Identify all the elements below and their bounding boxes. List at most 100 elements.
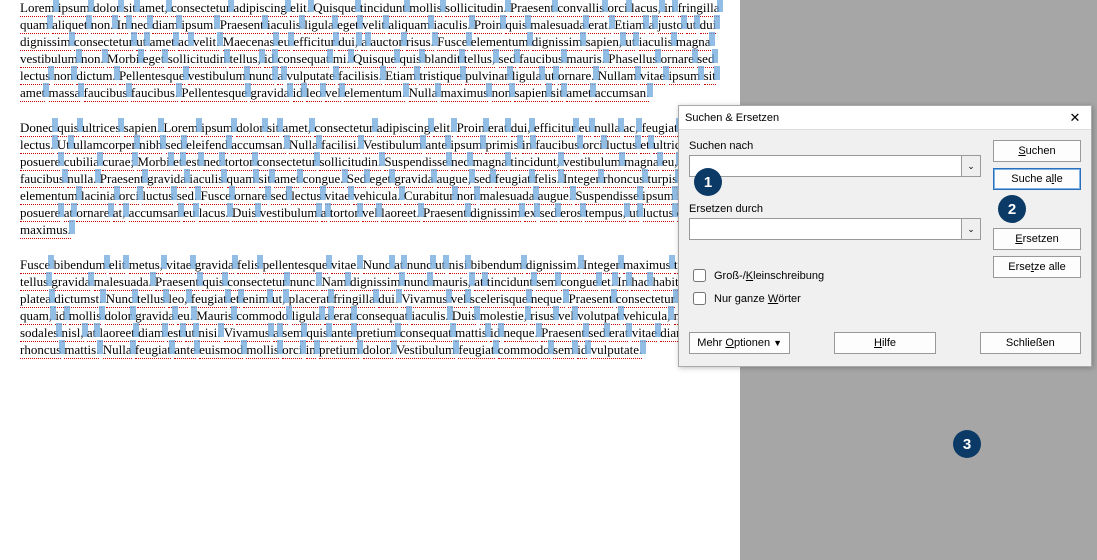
highlighted-word: aliquam — [388, 17, 430, 34]
search-all-button[interactable]: Suche alle — [993, 168, 1081, 190]
highlighted-word: sodales — [20, 325, 58, 342]
highlighted-word: faucibus — [20, 171, 64, 188]
highlighted-word: quam, — [20, 308, 52, 325]
highlighted-word: gravida — [135, 308, 174, 325]
highlighted-word: eget — [370, 171, 392, 188]
highlighted-word: nisi. — [198, 325, 220, 342]
highlighted-word: tortor — [330, 205, 359, 222]
highlighted-word: tempus, — [585, 205, 626, 222]
highlighted-word: elementum. — [344, 85, 405, 102]
highlighted-word: tellus — [20, 274, 48, 291]
highlighted-word: ut — [629, 205, 639, 222]
highlighted-word: vestibulum — [260, 205, 318, 222]
highlighted-word: sem — [553, 342, 574, 359]
highlighted-word: posuere — [20, 154, 60, 171]
highlighted-word: Pellentesque — [181, 85, 247, 102]
highlighted-word: feugiat — [135, 342, 171, 359]
highlighted-word: in — [664, 0, 674, 17]
highlighted-word: non. — [81, 51, 104, 68]
highlighted-word: maximus — [441, 85, 489, 102]
highlighted-word: ipsum — [669, 68, 701, 85]
highlighted-word: et — [640, 137, 649, 154]
replace-label: Ersetzen durch — [689, 203, 763, 215]
highlighted-word: nunc — [404, 274, 429, 291]
highlighted-word: non. — [91, 17, 114, 34]
highlighted-word: eros — [560, 205, 582, 222]
highlighted-word: ex — [524, 205, 536, 222]
highlighted-word: leo — [306, 85, 322, 102]
highlighted-word: laoreet. — [381, 205, 420, 222]
highlighted-word: lacus. — [199, 205, 229, 222]
highlighted-word: ornare — [76, 205, 109, 222]
search-input[interactable] — [689, 155, 961, 177]
close-icon[interactable]: ✕ — [1065, 110, 1085, 126]
highlighted-word: id — [577, 342, 587, 359]
search-button[interactable]: Suchen — [993, 140, 1081, 162]
highlighted-word: ut — [686, 17, 696, 34]
highlighted-word: accumsan — [129, 205, 180, 222]
highlighted-word: elementum — [471, 34, 529, 51]
highlighted-word: faucibus — [84, 85, 128, 102]
highlighted-word: enim — [243, 291, 269, 308]
highlighted-word: sapien — [514, 85, 547, 102]
replace-input[interactable] — [689, 218, 961, 240]
find-replace-dialog: Suchen & Ersetzen ✕ Suchen nach ⌄ Ersetz… — [678, 105, 1092, 367]
case-checkbox[interactable] — [693, 269, 706, 282]
highlighted-word: dignissim — [470, 205, 521, 222]
highlighted-word: vulputate. — [591, 342, 643, 359]
highlighted-word: accumsan. — [231, 137, 286, 154]
highlighted-word: vel — [451, 291, 467, 308]
highlighted-word: in — [522, 137, 532, 154]
highlighted-word: nec — [451, 154, 469, 171]
highlighted-word: Phasellus — [608, 51, 657, 68]
chevron-down-icon[interactable]: ⌄ — [961, 155, 981, 177]
highlighted-word: elit — [109, 257, 126, 274]
highlighted-word: hac — [631, 274, 649, 291]
highlighted-word: in — [306, 342, 316, 359]
highlighted-word: tortor — [225, 154, 254, 171]
highlighted-word: ipsum. — [181, 17, 216, 34]
highlighted-word: blandit — [424, 51, 460, 68]
highlighted-word: Praesent — [510, 0, 554, 17]
paragraph: Lorem ipsum dolor sit amet, consectetur … — [20, 0, 720, 102]
whole-words-checkbox[interactable] — [693, 292, 706, 305]
help-button[interactable]: Hilfe — [834, 332, 935, 354]
highlighted-word: dolor — [236, 120, 263, 137]
highlighted-word: rhoncus — [20, 342, 61, 359]
dialog-titlebar[interactable]: Suchen & Ersetzen ✕ — [679, 106, 1091, 130]
highlighted-word: ullamcorper — [73, 137, 136, 154]
more-options-button[interactable]: Mehr Optionen ▼ — [689, 332, 790, 354]
highlighted-word: sollicitudin. — [445, 0, 507, 17]
highlighted-word: ut — [435, 257, 445, 274]
highlighted-word: mattis — [455, 325, 487, 342]
replace-button[interactable]: Ersetzen — [993, 228, 1081, 250]
highlighted-word: malesuada — [530, 17, 585, 34]
highlighted-word: erat — [488, 120, 507, 137]
highlighted-word: diam — [138, 325, 164, 342]
step-marker-2: 2 — [998, 195, 1026, 223]
highlighted-word: dignissim — [532, 34, 583, 51]
highlighted-word: Nam — [321, 274, 346, 291]
chevron-down-icon[interactable]: ⌄ — [961, 218, 981, 240]
highlighted-word: metus, — [129, 257, 163, 274]
highlighted-word: eu — [183, 205, 195, 222]
close-button[interactable]: Schließen — [980, 332, 1081, 354]
highlighted-word: maximus. — [20, 222, 71, 239]
highlighted-word: Nunc — [363, 257, 391, 274]
highlighted-word: Etiam — [614, 17, 645, 34]
highlighted-word: Vestibulum — [363, 137, 422, 154]
highlighted-word: ut, — [272, 291, 285, 308]
highlighted-word: ante — [426, 137, 448, 154]
highlighted-word: ut — [625, 34, 635, 51]
highlighted-word: Mauris — [196, 308, 233, 325]
highlighted-word: id — [293, 85, 303, 102]
highlighted-word: consectetur — [616, 291, 675, 308]
highlighted-word: tellus — [137, 291, 165, 308]
highlighted-word: Praesent — [220, 17, 264, 34]
highlighted-word: efficitur — [534, 120, 576, 137]
highlighted-word: Maecenas — [223, 34, 275, 51]
replace-all-button[interactable]: Ersetze alle — [993, 256, 1081, 278]
highlighted-word: Etiam — [385, 68, 416, 85]
highlighted-word: posuere — [20, 205, 60, 222]
highlighted-word: eu — [278, 34, 290, 51]
